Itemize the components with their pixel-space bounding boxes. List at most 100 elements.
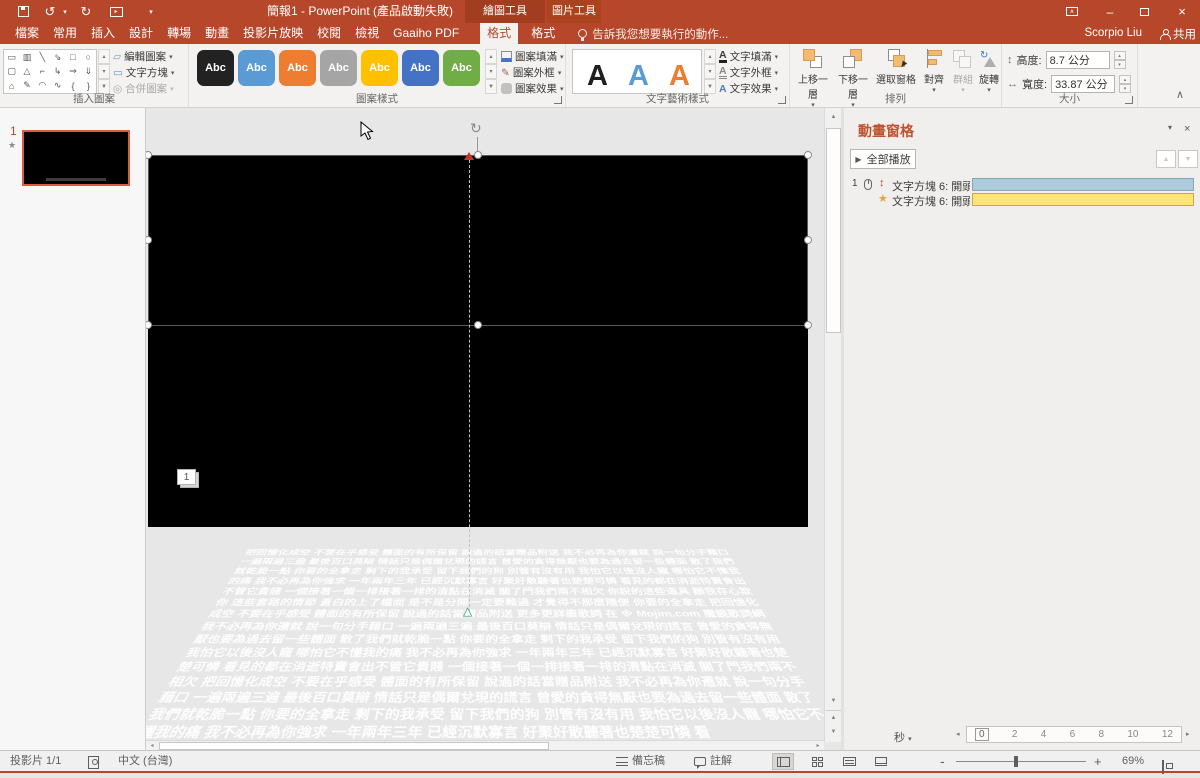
tab-home[interactable]: 常用 xyxy=(46,23,84,44)
shape-gallery-item[interactable]: ▭ xyxy=(4,50,19,64)
horizontal-scrollbar[interactable]: ◂ ▸ xyxy=(146,740,824,750)
tab-design[interactable]: 設計 xyxy=(122,23,160,44)
tab-transitions[interactable]: 轉場 xyxy=(160,23,198,44)
shape-gallery-item[interactable]: □ xyxy=(65,50,80,64)
tab-view[interactable]: 檢視 xyxy=(348,23,386,44)
shape-style-chip[interactable]: Abc xyxy=(361,50,398,86)
text-box-button[interactable]: ▭ 文字方塊 ▾ xyxy=(113,65,174,80)
scroll-down-icon[interactable]: ▾ xyxy=(485,64,497,79)
tab-format-picture[interactable]: 格式 xyxy=(524,23,562,44)
tell-me-box[interactable]: 告訴我您想要執行的動作... xyxy=(578,23,728,44)
shape-style-chip[interactable]: Abc xyxy=(320,50,357,86)
save-button[interactable] xyxy=(12,0,34,23)
wordart-gallery[interactable]: A A A xyxy=(572,49,702,94)
horizontal-scrollbar-thumb[interactable] xyxy=(159,742,549,750)
align-button[interactable]: 對齊 ▾ xyxy=(920,48,948,94)
shape-fill-button[interactable]: 圖案填滿 ▾ xyxy=(501,49,564,64)
ribbon-display-options-button[interactable]: ∧ xyxy=(1056,0,1088,23)
shape-gallery[interactable]: ▭ ▥ ╲ ⇘ □ ○ ▢ △ ⌐ ↳ ⇒ ⇓ ⌂ ✎ ◠ ∿ { } xyxy=(3,49,97,94)
shape-gallery-item[interactable]: ⇘ xyxy=(50,50,65,64)
tab-insert[interactable]: 插入 xyxy=(84,23,122,44)
tab-gaaiho-pdf[interactable]: Gaaiho PDF xyxy=(386,23,466,44)
handle-top-center[interactable] xyxy=(474,151,482,159)
rotate-handle-icon[interactable]: ↻ xyxy=(470,120,482,137)
user-name[interactable]: Scorpio Liu xyxy=(1084,23,1142,44)
text-outline-button[interactable]: A 文字外框 ▾ xyxy=(719,65,778,80)
next-slide-icon[interactable]: ▼ xyxy=(826,725,841,739)
text-fill-button[interactable]: A 文字填滿 ▾ xyxy=(719,49,778,64)
shape-gallery-item[interactable]: ⌐ xyxy=(35,64,50,78)
dialog-launcher-icon[interactable] xyxy=(1125,96,1133,104)
zoom-slider[interactable] xyxy=(956,761,1086,762)
start-slideshow-button[interactable]: ▸ xyxy=(104,0,128,23)
scroll-left-icon[interactable]: ◂ xyxy=(146,741,158,750)
zoom-level[interactable]: 69% xyxy=(1122,751,1144,772)
normal-view-button[interactable] xyxy=(772,753,794,770)
maximize-button[interactable] xyxy=(1128,0,1160,23)
shape-style-chip[interactable]: Abc xyxy=(279,50,316,86)
shape-gallery-item[interactable]: ⇓ xyxy=(81,64,96,78)
zoom-slider-thumb[interactable] xyxy=(1014,756,1018,767)
scroll-up-icon[interactable]: ▴ xyxy=(704,49,716,64)
height-field[interactable] xyxy=(1046,51,1110,69)
timeline-right-icon[interactable]: ▸ xyxy=(1186,730,1190,738)
scroll-down-icon[interactable]: ▾ xyxy=(98,64,110,79)
edit-shape-button[interactable]: ▱ 編輯圖案 ▾ xyxy=(113,49,173,64)
pane-menu-icon[interactable]: ▾ xyxy=(1168,123,1172,132)
reading-view-button[interactable] xyxy=(838,753,860,770)
contextual-tab-drawing-tools[interactable]: 繪圖工具 xyxy=(465,0,545,23)
close-button[interactable]: × xyxy=(1164,0,1200,23)
minimize-button[interactable]: – xyxy=(1094,0,1126,23)
animation-timeline-bar[interactable] xyxy=(972,193,1194,206)
handle-top-right[interactable] xyxy=(804,151,812,159)
dialog-launcher-icon[interactable] xyxy=(778,96,786,104)
undo-button[interactable]: ↺ xyxy=(40,0,60,23)
shape-gallery-item[interactable]: △ xyxy=(19,64,34,78)
animation-item[interactable]: ★ 文字方塊 6: 開頭... xyxy=(844,192,1200,207)
slide-sorter-view-button[interactable] xyxy=(806,753,828,770)
tab-format-drawing[interactable]: 格式 xyxy=(480,23,518,44)
language-indicator[interactable]: 中文 (台灣) xyxy=(118,751,172,772)
play-all-button[interactable]: ▶ 全部播放 xyxy=(850,149,916,169)
scroll-down-icon[interactable]: ▾ xyxy=(704,64,716,79)
previous-slide-icon[interactable]: ▲ xyxy=(826,710,841,724)
contextual-tab-picture-tools[interactable]: 圖片工具 xyxy=(547,0,601,23)
slideshow-view-button[interactable] xyxy=(870,753,892,770)
shape-gallery-item[interactable]: ╲ xyxy=(35,50,50,64)
scroll-up-icon[interactable]: ▲ xyxy=(826,110,841,124)
undo-dropdown[interactable]: ▾ xyxy=(60,0,70,23)
shape-style-chip[interactable]: Abc xyxy=(402,50,439,86)
shape-outline-button[interactable]: ✎ 圖案外框 ▾ xyxy=(501,65,561,80)
vertical-scrollbar[interactable]: ▲ ▼ ▲ ▼ xyxy=(824,108,841,742)
shape-gallery-item[interactable]: ○ xyxy=(81,50,96,64)
timeline-left-icon[interactable]: ◂ xyxy=(956,730,960,738)
redo-button[interactable]: ↻ xyxy=(76,0,96,23)
shape-style-chip[interactable]: Abc xyxy=(197,50,234,86)
slide-indicator[interactable]: 投影片 1/1 xyxy=(10,751,61,772)
close-pane-icon[interactable]: × xyxy=(1184,123,1190,135)
shape-style-chip[interactable]: Abc xyxy=(238,50,275,86)
scroll-down-icon[interactable]: ▼ xyxy=(826,694,841,708)
shape-style-chip[interactable]: Abc xyxy=(443,50,480,86)
tab-slideshow[interactable]: 投影片放映 xyxy=(236,23,310,44)
scroll-up-icon[interactable]: ▴ xyxy=(485,49,497,64)
handle-bottom-right[interactable] xyxy=(804,321,812,329)
notes-button[interactable]: 備忘稿 xyxy=(616,751,665,772)
share-button[interactable]: 共用 xyxy=(1160,23,1196,44)
animation-item[interactable]: 1 ↕ 文字方塊 6: 開頭... xyxy=(844,177,1200,192)
slide-thumbnail[interactable] xyxy=(22,130,130,186)
scroll-up-icon[interactable]: ▴ xyxy=(98,49,110,64)
shape-gallery-item[interactable]: ↳ xyxy=(50,64,65,78)
timeline-scale[interactable]: 0 2 4 6 8 10 12 xyxy=(966,726,1182,743)
tab-review[interactable]: 校閱 xyxy=(310,23,348,44)
shape-gallery-item[interactable]: ▥ xyxy=(19,50,34,64)
vertical-scrollbar-thumb[interactable] xyxy=(826,128,841,333)
collapse-ribbon-icon[interactable]: ∧ xyxy=(1176,88,1184,101)
height-stepper[interactable]: ▴▾ xyxy=(1114,51,1126,69)
slide[interactable] xyxy=(148,155,808,527)
scroll-right-icon[interactable]: ▸ xyxy=(812,741,824,750)
lyrics-crawl-text[interactable]: 把回憶化成空 不要在乎感受 體面的有所保留 說過的話當贈品附送 我不必再為你遷就… xyxy=(146,548,824,742)
animation-number-tag[interactable]: 1 xyxy=(177,469,196,485)
zoom-in-button[interactable]: + xyxy=(1094,751,1102,772)
handle-middle-right[interactable] xyxy=(804,236,812,244)
